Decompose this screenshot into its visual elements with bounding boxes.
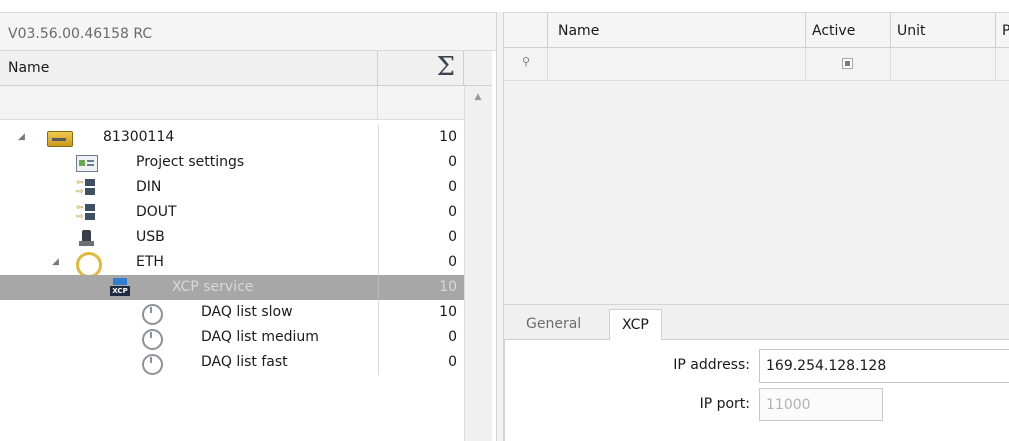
collapse-arrow-icon[interactable]: ◢ (52, 250, 59, 275)
tree-row-label: ETH (136, 254, 164, 270)
active-filter-checkbox[interactable] (842, 58, 853, 69)
column-header-p[interactable]: P (996, 13, 1009, 48)
tree-row-label: Project settings (136, 154, 245, 170)
column-header-name[interactable]: Name (548, 13, 806, 48)
tab-xcp[interactable]: XCP (609, 309, 662, 341)
channel-panel: Name Active Unit P ⚲ General XCP IP addr… (504, 12, 1009, 441)
tree-row-daq-fast[interactable]: DAQ list fast 0 (0, 350, 464, 375)
tree-row-label: DAQ list medium (201, 329, 319, 345)
tree-filter-sum-cell[interactable] (378, 86, 464, 120)
tree-row-din[interactable]: ⇦ ⇨ DIN 0 (0, 175, 464, 200)
tree-row-xcp-service[interactable]: XCP XCP service 10 (0, 275, 464, 300)
xcp-properties: IP address: 169.254.128.128 IP port: 110… (504, 340, 1009, 441)
tree-filter-row (0, 86, 464, 120)
tree-row-label: XCP service (172, 279, 254, 295)
tree-row-project-settings[interactable]: Project settings 0 (0, 150, 464, 175)
device-icon (47, 131, 73, 147)
tree-row-count: 0 (448, 229, 457, 245)
tree-scrollbar[interactable]: ▲ (464, 86, 492, 441)
tab-strip: General XCP (504, 305, 1009, 341)
settings-icon (76, 155, 98, 172)
filter-unit-cell[interactable] (891, 48, 996, 81)
row-indicator-header (504, 13, 548, 48)
scroll-up-arrow-icon[interactable]: ▲ (471, 92, 485, 104)
version-label: V03.56.00.46158 RC (0, 12, 496, 51)
tree-row-usb[interactable]: USB 0 (0, 225, 464, 250)
tree-row-count: 10 (439, 304, 457, 320)
tree-row-label: DOUT (136, 204, 177, 220)
collapse-arrow-icon[interactable]: ◢ (18, 125, 25, 150)
tree-row-count: 10 (439, 279, 457, 295)
tree-row-daq-slow[interactable]: DAQ list slow 10 (0, 300, 464, 325)
column-header-unit[interactable]: Unit (891, 13, 996, 48)
tree-row-count: 0 (448, 354, 457, 370)
tree-filter-name-cell[interactable] (0, 86, 378, 120)
tree-row-label: DAQ list slow (201, 304, 293, 320)
column-header-name[interactable]: Name (0, 51, 378, 86)
xcp-icon: XCP (110, 278, 130, 297)
digital-io-icon: ⇦ ⇨ (76, 178, 96, 197)
column-header-active[interactable]: Active (806, 13, 891, 48)
tree-row-count: 0 (448, 254, 457, 270)
digital-io-icon: ⇦ ⇨ (76, 203, 96, 222)
filter-active-cell[interactable] (806, 48, 891, 81)
header-spacer (464, 51, 492, 86)
filter-indicator-cell: ⚲ (504, 48, 548, 81)
usb-icon (76, 228, 96, 247)
ip-address-field[interactable]: 169.254.128.128 (759, 349, 1009, 383)
tree-row-label: DIN (136, 179, 162, 195)
ip-address-label: IP address: (673, 357, 750, 373)
tree-row-count: 10 (439, 129, 457, 145)
grid-header: Name Active Unit P (504, 12, 1009, 48)
timer-icon (142, 354, 163, 375)
ip-port-label: IP port: (699, 396, 750, 412)
tree-row-eth[interactable]: ◢ ETH 0 (0, 250, 464, 278)
filter-p-cell[interactable] (996, 48, 1009, 81)
timer-icon (142, 329, 163, 350)
filter-name-cell[interactable] (548, 48, 806, 81)
timer-icon (142, 304, 163, 325)
grid-filter-row: ⚲ (504, 48, 1009, 81)
tree-row-label: USB (136, 229, 165, 245)
tree-row-daq-medium[interactable]: DAQ list medium 0 (0, 325, 464, 350)
tree-row-device[interactable]: ◢ 81300114 10 (0, 125, 464, 150)
tab-general[interactable]: General (514, 309, 593, 340)
tree-panel: V03.56.00.46158 RC Name Σ ▲ ◢ 81300114 1… (0, 12, 496, 441)
tree-row-count: 0 (448, 154, 457, 170)
grid-body (504, 81, 1009, 305)
tree-row-label: DAQ list fast (201, 354, 288, 370)
tree-row-label: 81300114 (103, 129, 175, 145)
sigma-icon: Σ (436, 52, 455, 82)
tree-header: Name Σ (0, 51, 492, 86)
filter-icon[interactable]: ⚲ (522, 55, 530, 68)
panel-splitter[interactable] (496, 12, 504, 441)
ip-port-field[interactable]: 11000 (759, 388, 883, 421)
tree-row-count: 0 (448, 204, 457, 220)
column-header-sum[interactable]: Σ (378, 51, 464, 86)
tree-row-dout[interactable]: ⇦ ⇨ DOUT 0 (0, 200, 464, 225)
tree-row-count: 0 (448, 329, 457, 345)
tree-view: ◢ 81300114 10 Project settings 0 ⇦ ⇨ DIN … (0, 120, 464, 441)
tree-row-count: 0 (448, 179, 457, 195)
